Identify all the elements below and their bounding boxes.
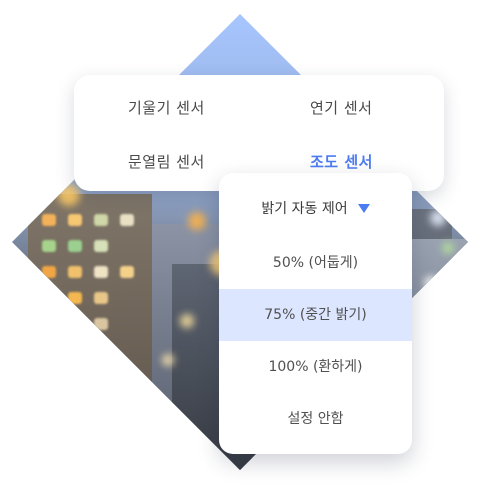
window-light xyxy=(68,318,82,330)
bokeh-light xyxy=(180,314,194,328)
window-light xyxy=(120,266,134,278)
window-light xyxy=(94,318,108,330)
window-light xyxy=(68,266,82,278)
brightness-option-none[interactable]: 설정 안함 xyxy=(219,393,412,445)
brightness-option-75[interactable]: 75% (중간 밝기) xyxy=(219,289,412,341)
window-light xyxy=(68,240,82,252)
sensor-option-smoke[interactable]: 연기 센서 xyxy=(310,97,372,118)
window-light xyxy=(94,240,108,252)
bokeh-light xyxy=(188,212,206,230)
brightness-option-100[interactable]: 100% (환하게) xyxy=(219,341,412,393)
window-light xyxy=(68,292,82,304)
window-light xyxy=(42,214,56,226)
bokeh-light xyxy=(58,184,80,206)
building-far-right xyxy=(412,239,468,470)
window-light xyxy=(94,214,108,226)
bokeh-light xyxy=(162,354,174,366)
caret-down-icon xyxy=(357,203,370,213)
dropdown-title: 밝기 자동 제어 xyxy=(261,201,348,217)
brightness-dropdown: 밝기 자동 제어 50% (어둡게) 75% (중간 밝기) 100% (환하게… xyxy=(219,173,412,454)
bokeh-light xyxy=(442,242,454,254)
bokeh-light xyxy=(430,210,446,226)
sensor-option-illuminance[interactable]: 조도 센서 xyxy=(310,151,373,172)
bokeh-light xyxy=(424,276,438,290)
window-light xyxy=(42,240,56,252)
app-stage: 기울기 센서 연기 센서 문열림 센서 조도 센서 밝기 자동 제어 50% (… xyxy=(0,0,486,499)
sensor-option-door[interactable]: 문열림 센서 xyxy=(128,151,205,172)
window-light xyxy=(68,214,82,226)
brightness-dropdown-toggle[interactable]: 밝기 자동 제어 xyxy=(219,173,412,243)
window-light xyxy=(120,214,134,226)
sensor-option-tilt[interactable]: 기울기 센서 xyxy=(128,97,205,118)
window-light xyxy=(42,266,56,278)
building-left xyxy=(28,194,152,470)
brightness-option-50[interactable]: 50% (어둡게) xyxy=(219,237,412,289)
window-light xyxy=(94,266,108,278)
window-light xyxy=(94,292,108,304)
